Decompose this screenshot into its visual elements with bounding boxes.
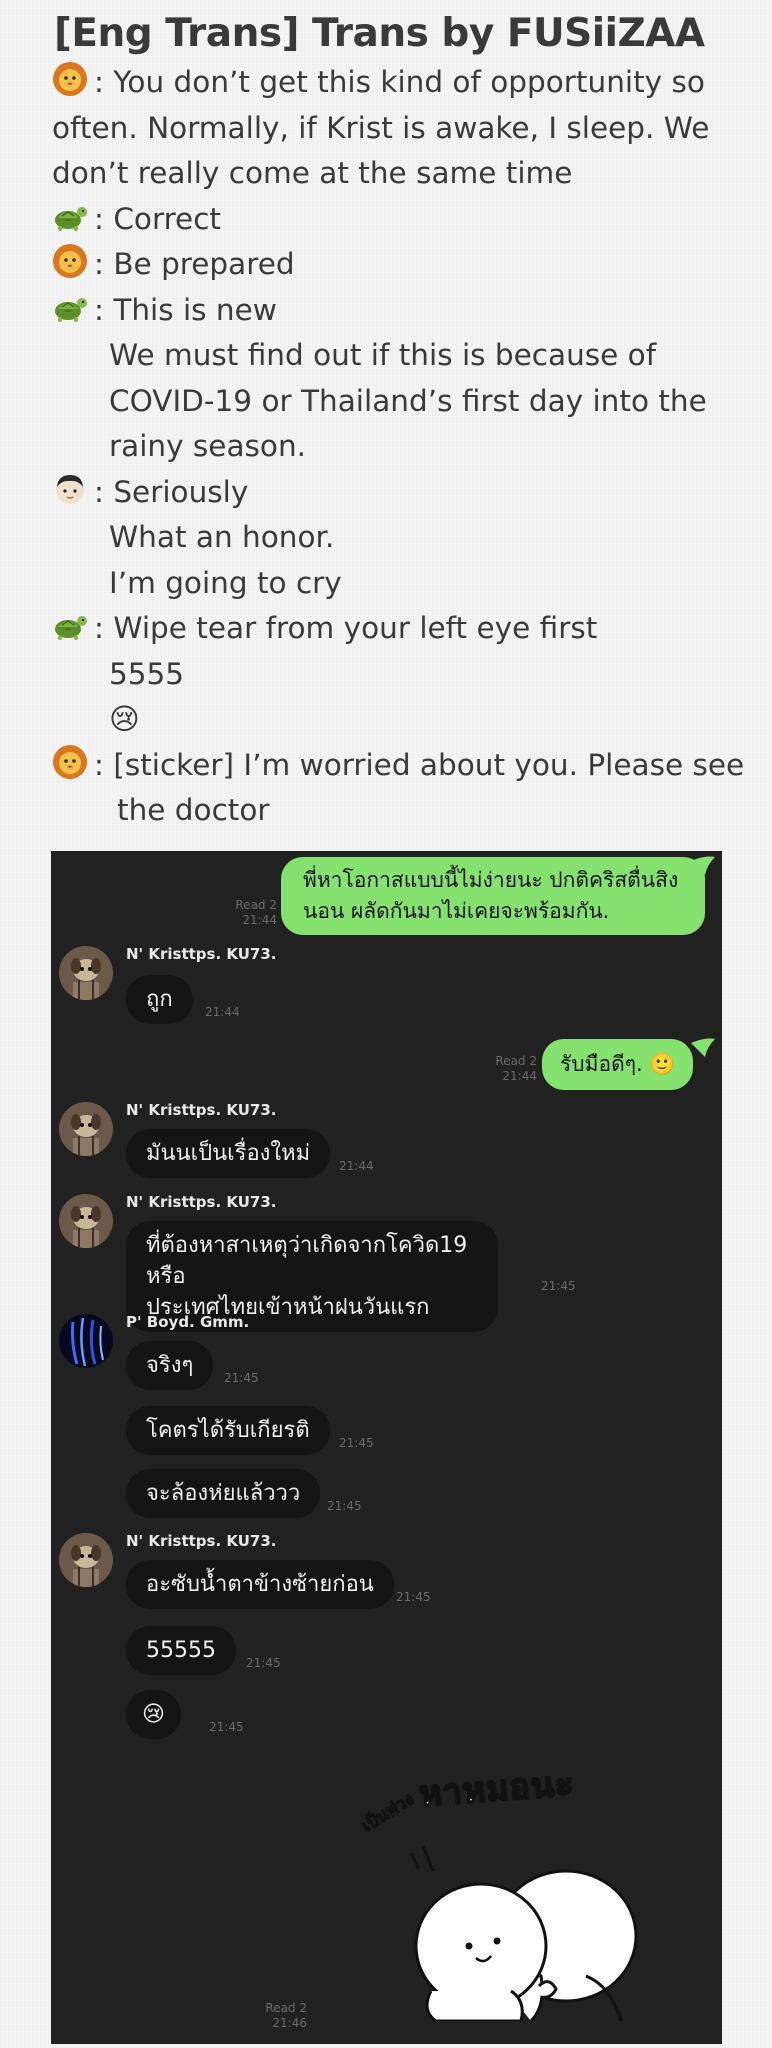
message-time: 21:45 (224, 1371, 259, 1385)
translation-block: [Eng Trans] Trans by FUSiiZAA : You don’… (52, 8, 752, 834)
sender-name: N' Kristtps. KU73. (126, 1101, 277, 1119)
translation-line: don’t really come at the same time (52, 151, 752, 197)
translation-text: I’m going to cry (109, 565, 342, 600)
translation-text: : Correct (94, 201, 221, 236)
translation-text: COVID-19 or Thailand’s first day into th… (109, 383, 707, 418)
translation-line: 5555 (52, 652, 752, 698)
message-time: 21:45 (209, 1720, 244, 1734)
lion-emoji-icon (52, 61, 92, 97)
bubble-tail (691, 856, 715, 875)
translation-text: : [sticker] I’m worried about you. Pleas… (94, 747, 745, 782)
lion-emoji-icon (52, 243, 92, 279)
page-title: [Eng Trans] Trans by FUSiiZAA (54, 11, 705, 56)
translation-line: : Correct (52, 197, 752, 243)
dog-avatar-icon (59, 946, 113, 1000)
turtle-emoji-icon (52, 198, 92, 234)
sticker[interactable]: หาหมอนะ เป็นห่วง (358, 1761, 691, 2023)
dog-avatar-icon (59, 1194, 113, 1248)
lion-emoji-icon (52, 744, 92, 780)
message-time: 21:44 (205, 1005, 240, 1019)
sender-name: N' Kristtps. KU73. (126, 1532, 277, 1550)
sender-name: N' Kristtps. KU73. (126, 1193, 277, 1211)
translation-line: I’m going to cry (52, 561, 752, 607)
avatar-boyd[interactable] (59, 1314, 113, 1368)
sticker-text-main: หาหมอนะ (417, 1763, 577, 1816)
translation-line: : This is new (52, 288, 752, 334)
chat-bubble-incoming[interactable]: จะล้องห่ยแล้ววว (126, 1469, 321, 1518)
translation-text: don’t really come at the same time (52, 156, 573, 190)
translation-line: : Wipe tear from your left eye first (52, 606, 752, 652)
message-time: 21:45 (327, 1499, 362, 1513)
translation-line: COVID-19 or Thailand’s first day into th… (52, 379, 752, 425)
bubble-tail (691, 1038, 715, 1057)
translation-line: : Be prepared (52, 242, 752, 288)
translation-text: : This is new (94, 292, 277, 327)
message-time: 21:45 (541, 1279, 576, 1293)
translation-text: : Be prepared (94, 247, 295, 281)
translation-text: 😢 (109, 702, 140, 736)
dog-avatar-icon (59, 1533, 113, 1587)
avatar-krist[interactable] (59, 1102, 113, 1156)
chat-bubble-incoming[interactable]: โคตรได้รับเกียรติ (126, 1406, 330, 1455)
translation-line: 😢 (52, 697, 752, 743)
chat-bubble-outgoing[interactable]: รับมือดีๆ. 🙂 (542, 1039, 694, 1090)
translation-text: 5555 (109, 656, 185, 691)
blue-light-avatar-icon (59, 1314, 113, 1368)
sender-name: P' Boyd. Gmm. (126, 1313, 250, 1331)
read-receipt: Read 2 21:44 (235, 898, 277, 927)
avatar-krist[interactable] (59, 1533, 113, 1587)
turtle-emoji-icon (52, 607, 92, 643)
chat-bubble-incoming[interactable]: 😢 (126, 1690, 181, 1739)
translation-text: : You don’t get this kind of opportunity… (94, 65, 705, 99)
dog-avatar-icon (59, 1102, 113, 1156)
chat-bubble-incoming[interactable]: จริงๆ (126, 1341, 214, 1390)
turtle-emoji-icon (52, 289, 92, 325)
chat-bubble-incoming[interactable]: ถูก (126, 975, 193, 1024)
translation-line: often. Normally, if Krist is awake, I sl… (52, 106, 752, 152)
sender-name: N' Kristtps. KU73. (126, 945, 277, 963)
translation-line: : You don’t get this kind of opportunity… (52, 60, 752, 106)
translation-line: We must find out if this is because of (52, 333, 752, 379)
translation-line: rainy season. (52, 424, 752, 470)
message-time: 21:45 (246, 1656, 281, 1670)
person-emoji-icon (52, 471, 92, 507)
message-time: 21:45 (396, 1590, 431, 1604)
translation-text: What an honor. (109, 520, 335, 554)
chat-bubble-outgoing[interactable]: พี่หาโอกาสแบบนี้ไม่ง่ายนะ ปกติคริสตื่นสิ… (281, 857, 705, 935)
chat-bubble-incoming[interactable]: มันนเป็นเรื่องใหม่ (126, 1129, 331, 1178)
message-time: 21:44 (339, 1159, 374, 1173)
translation-text: We must find out if this is because of (109, 338, 657, 372)
translation-lines: : You don’t get this kind of opportunity… (52, 60, 752, 834)
read-receipt: Read 2 21:44 (495, 1054, 537, 1083)
translation-text: often. Normally, if Krist is awake, I sl… (52, 110, 710, 145)
translation-line: the doctor (52, 788, 752, 834)
chat-screenshot: Read 2 21:44 พี่หาโอกาสแบบนี้ไม่ง่ายนะ ปก… (51, 851, 722, 2044)
translation-line: What an honor. (52, 515, 752, 561)
translation-text: rainy season. (109, 429, 307, 463)
avatar-krist[interactable] (59, 1194, 113, 1248)
translation-line: : Seriously (52, 470, 752, 516)
avatar-krist[interactable] (59, 946, 113, 1000)
translation-text: : Seriously (94, 474, 249, 509)
read-receipt: Read 2 21:46 (265, 2001, 307, 2030)
translation-text: : Wipe tear from your left eye first (94, 611, 598, 645)
translation-line: : [sticker] I’m worried about you. Pleas… (52, 743, 752, 789)
chat-bubble-incoming[interactable]: 55555 (126, 1626, 236, 1675)
chat-bubble-incoming[interactable]: อะซับน้ำตาข้างซ้ายก่อน (126, 1560, 394, 1609)
message-time: 21:45 (339, 1436, 374, 1450)
translation-text: the doctor (117, 793, 270, 827)
